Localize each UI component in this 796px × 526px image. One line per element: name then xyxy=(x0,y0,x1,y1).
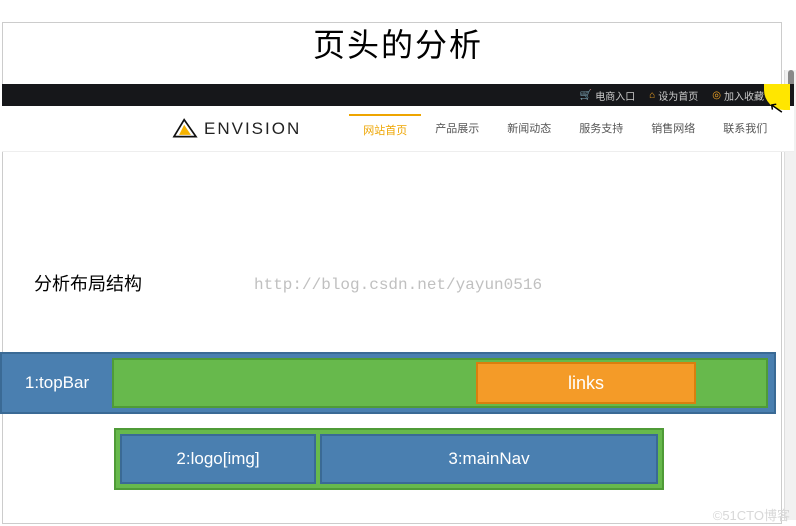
footer-watermark: ©51CTO博客 xyxy=(713,505,790,524)
logo[interactable]: ENVISION xyxy=(172,118,301,140)
cart-icon: 🛒 xyxy=(580,90,592,101)
layout-diagram: 1:topBar links 2:logo[img] 3:mainNav xyxy=(0,352,776,490)
topbar-link-label: 加入收藏 xyxy=(724,88,764,103)
diagram-topbar-inner: links xyxy=(112,358,768,408)
main-nav: 网站首页 产品展示 新闻动态 服务支持 销售网络 联系我们 xyxy=(349,114,781,144)
diagram-nav-cell: 3:mainNav xyxy=(320,434,658,484)
home-icon: ⌂ xyxy=(649,90,655,101)
cursor-icon: ↖ xyxy=(767,97,786,120)
nav-item-sales[interactable]: 销售网络 xyxy=(637,114,709,144)
blog-watermark: http://blog.csdn.net/yayun0516 xyxy=(254,276,542,294)
star-icon: ◎ xyxy=(712,90,721,101)
topbar-link-homepage[interactable]: ⌂ 设为首页 xyxy=(649,88,698,103)
diagram-topbar-row: 1:topBar links xyxy=(0,352,776,414)
nav-item-home[interactable]: 网站首页 xyxy=(349,114,421,144)
site-header-screenshot: 🛒 电商入口 ⌂ 设为首页 ◎ 加入收藏 ↖ ENVISION 网站首页 产品展… xyxy=(2,84,794,152)
diagram-mainbar-row: 2:logo[img] 3:mainNav xyxy=(114,428,664,490)
topbar-link-label: 设为首页 xyxy=(658,88,698,103)
top-bar: 🛒 电商入口 ⌂ 设为首页 ◎ 加入收藏 xyxy=(2,84,794,106)
topbar-link-label: 电商入口 xyxy=(595,88,635,103)
main-bar: ENVISION 网站首页 产品展示 新闻动态 服务支持 销售网络 联系我们 xyxy=(2,106,794,152)
logo-icon xyxy=(172,118,198,140)
diagram-topbar-label: 1:topBar xyxy=(2,373,112,393)
analysis-heading: 分析布局结构 xyxy=(34,270,142,296)
topbar-link-shop[interactable]: 🛒 电商入口 xyxy=(580,88,635,103)
logo-text: ENVISION xyxy=(204,119,301,139)
nav-item-news[interactable]: 新闻动态 xyxy=(493,114,565,144)
diagram-logo-cell: 2:logo[img] xyxy=(120,434,316,484)
nav-item-products[interactable]: 产品展示 xyxy=(421,114,493,144)
topbar-link-favorite[interactable]: ◎ 加入收藏 xyxy=(712,88,764,103)
diagram-links-box: links xyxy=(476,362,696,404)
nav-item-service[interactable]: 服务支持 xyxy=(565,114,637,144)
